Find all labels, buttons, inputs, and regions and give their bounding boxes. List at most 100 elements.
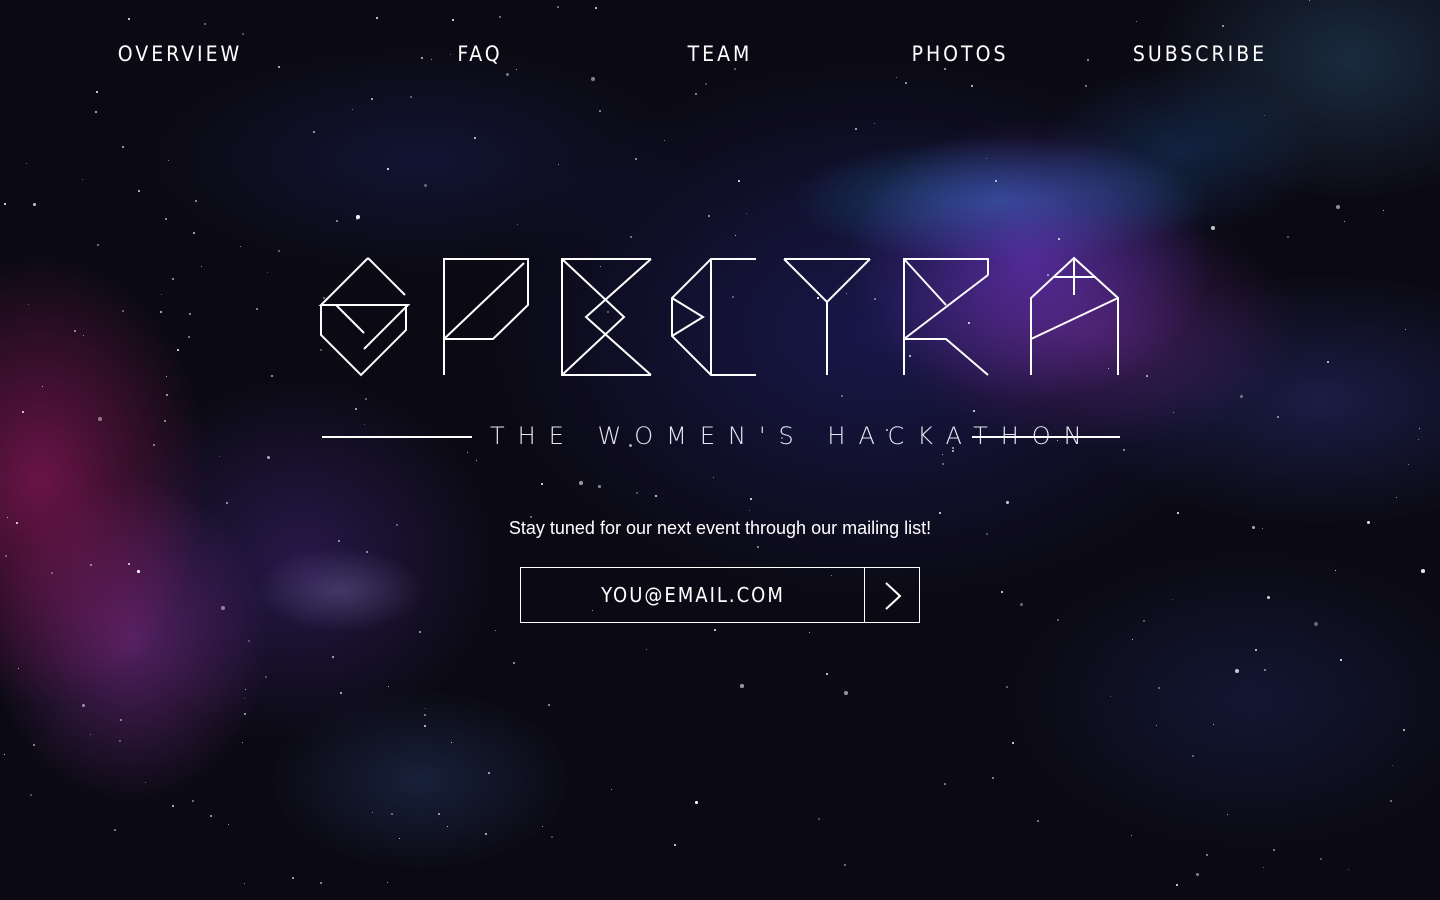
star <box>189 313 192 316</box>
star <box>1158 687 1161 690</box>
logo-letter-s <box>318 257 411 377</box>
star <box>387 168 389 170</box>
star <box>558 164 560 166</box>
star <box>137 570 140 573</box>
star <box>74 330 77 333</box>
nav-overview[interactable]: OVERVIEW <box>118 42 242 70</box>
logo-letter-e <box>561 258 652 376</box>
star <box>338 540 340 542</box>
star <box>166 394 168 396</box>
star <box>944 783 946 785</box>
star <box>1262 528 1264 530</box>
star <box>1390 800 1393 803</box>
star <box>636 492 638 494</box>
star <box>495 630 497 632</box>
star <box>313 131 316 134</box>
star <box>192 800 194 802</box>
star <box>366 551 369 554</box>
star <box>278 250 281 253</box>
star <box>164 420 167 423</box>
email-field[interactable] <box>520 567 865 623</box>
star <box>1235 669 1240 674</box>
star <box>267 272 269 274</box>
star <box>210 815 212 817</box>
star <box>267 456 270 459</box>
star <box>1058 238 1061 241</box>
star <box>1336 205 1341 210</box>
star <box>97 244 99 246</box>
subscribe-submit-button[interactable] <box>864 567 920 623</box>
mailing-list-prompt: Stay tuned for our next event through ou… <box>508 518 932 538</box>
star <box>548 704 551 707</box>
star <box>83 335 85 337</box>
logo-letter-a <box>1030 256 1119 375</box>
star <box>51 572 54 575</box>
subscribe-form <box>520 567 920 623</box>
star <box>119 740 122 743</box>
nav-faq[interactable]: FAQ <box>457 42 502 70</box>
star <box>256 308 259 311</box>
nav-team[interactable]: TEAM <box>688 42 753 70</box>
star <box>818 818 821 821</box>
star <box>4 754 6 756</box>
star <box>22 411 25 414</box>
star <box>1327 361 1330 364</box>
star <box>193 232 195 234</box>
star <box>391 813 394 816</box>
star <box>419 631 422 634</box>
star <box>161 294 163 296</box>
star <box>1132 639 1134 641</box>
star <box>551 836 554 839</box>
star <box>1227 814 1229 816</box>
logo-letter-p <box>443 258 529 375</box>
nav-subscribe[interactable]: SUBSCRIBE <box>1133 42 1267 70</box>
star <box>474 137 476 139</box>
star <box>1314 622 1318 626</box>
star <box>114 829 116 831</box>
star <box>424 184 427 187</box>
star <box>138 190 141 193</box>
star <box>33 744 35 746</box>
star <box>1176 884 1178 886</box>
star <box>165 218 167 220</box>
star <box>826 673 828 675</box>
star <box>844 864 847 867</box>
star <box>372 812 374 814</box>
star <box>168 160 170 162</box>
star <box>542 826 544 828</box>
star <box>387 882 389 884</box>
star <box>1177 512 1179 514</box>
star <box>973 410 976 413</box>
star <box>42 386 44 388</box>
star <box>1006 686 1008 688</box>
star <box>1263 867 1265 869</box>
star <box>356 215 360 219</box>
star <box>740 684 744 688</box>
star <box>1172 599 1174 601</box>
star <box>177 349 179 351</box>
nav-photos[interactable]: PHOTOS <box>912 42 1009 70</box>
star <box>424 725 426 727</box>
star <box>1287 236 1290 239</box>
star <box>1419 428 1421 430</box>
star <box>1123 449 1126 452</box>
star <box>5 555 7 557</box>
star <box>1131 835 1133 837</box>
star <box>122 310 124 312</box>
star <box>1001 591 1004 594</box>
star <box>1267 596 1271 600</box>
star <box>664 140 666 142</box>
star <box>271 375 274 378</box>
star <box>1421 569 1425 573</box>
star <box>244 713 247 716</box>
star <box>438 813 441 816</box>
star <box>488 772 490 774</box>
star <box>172 805 174 807</box>
star <box>226 502 228 504</box>
star <box>1192 755 1194 757</box>
star <box>1344 221 1346 223</box>
star <box>750 498 752 500</box>
star <box>28 304 30 306</box>
star <box>82 179 84 181</box>
star <box>90 734 92 736</box>
